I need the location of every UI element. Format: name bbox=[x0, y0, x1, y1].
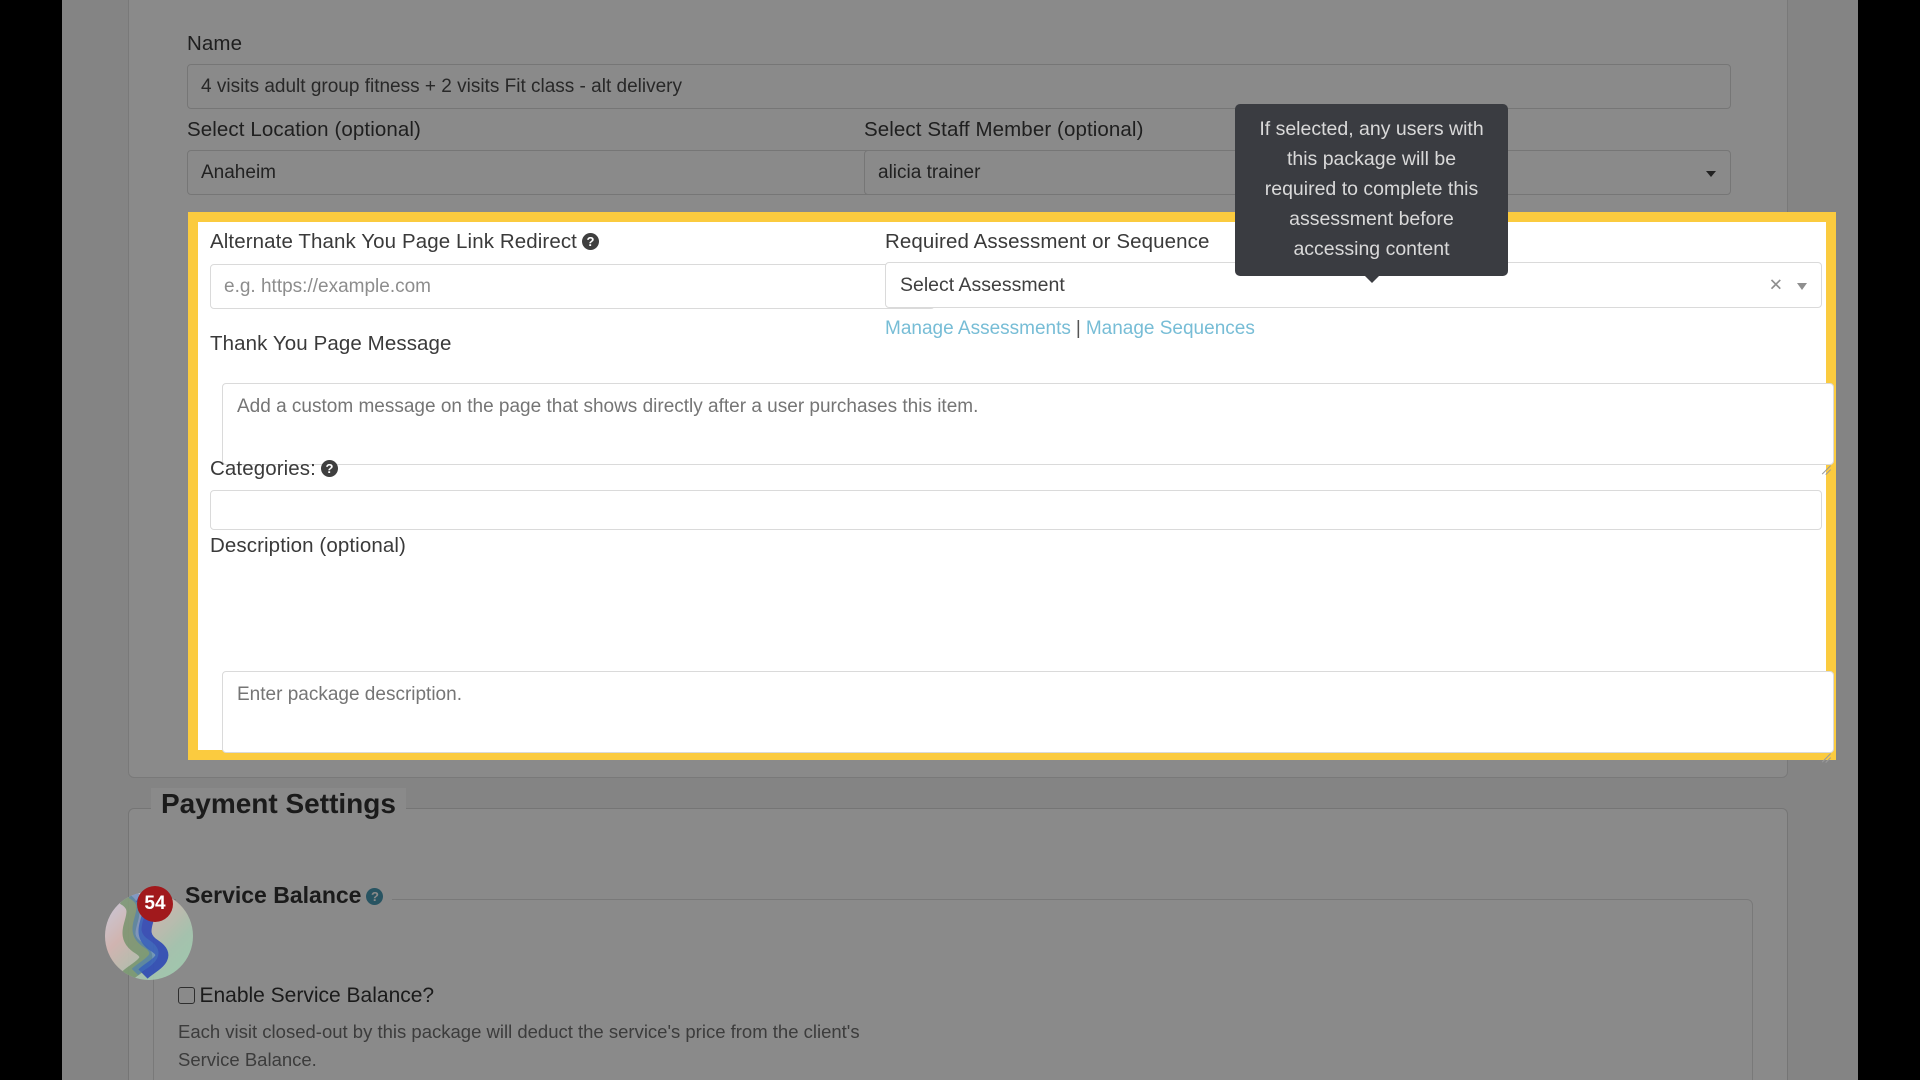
chat-widget[interactable]: 54 bbox=[105, 886, 193, 980]
assessment-links: Manage Assessments | Manage Sequences bbox=[885, 318, 1255, 340]
alt-redirect-input-wrap bbox=[210, 264, 935, 309]
chat-unread-badge: 54 bbox=[137, 886, 173, 922]
categories-input-wrap bbox=[210, 490, 1822, 530]
manage-sequences-link[interactable]: Manage Sequences bbox=[1086, 318, 1255, 339]
description-textarea-wrap bbox=[222, 671, 1834, 763]
app-viewport: Name Select Location (optional) Anaheim … bbox=[62, 0, 1858, 1080]
question-circle-icon[interactable]: ? bbox=[320, 460, 338, 477]
thankyou-label: Thank You Page Message bbox=[210, 332, 452, 355]
tooltip-arrow bbox=[1364, 276, 1379, 283]
alt-redirect-label: Alternate Thank You Page Link Redirect? bbox=[210, 230, 599, 254]
thankyou-textarea-wrap bbox=[222, 383, 1834, 475]
alt-redirect-input[interactable] bbox=[210, 264, 935, 309]
chevron-down-icon[interactable] bbox=[1797, 283, 1807, 290]
question-circle-icon[interactable]: ? bbox=[581, 233, 599, 250]
thankyou-textarea[interactable] bbox=[222, 383, 1834, 465]
assessment-tooltip: If selected, any users with this package… bbox=[1235, 104, 1508, 283]
categories-input[interactable] bbox=[210, 490, 1822, 530]
highlighted-section-border: Alternate Thank You Page Link Redirect? … bbox=[188, 212, 1836, 763]
description-label: Description (optional) bbox=[210, 534, 406, 557]
letterbox-right bbox=[1858, 0, 1920, 1080]
description-textarea[interactable] bbox=[222, 671, 1834, 753]
highlighted-section: Alternate Thank You Page Link Redirect? … bbox=[198, 222, 1834, 763]
letterbox-left bbox=[0, 0, 62, 1080]
categories-label: Categories:? bbox=[210, 457, 338, 481]
link-separator: | bbox=[1075, 318, 1081, 339]
clear-x-icon[interactable]: ✕ bbox=[1769, 277, 1783, 294]
assessment-tooltip-text: If selected, any users with this package… bbox=[1259, 118, 1484, 260]
assessment-label: Required Assessment or Sequence bbox=[885, 230, 1210, 253]
assessment-select-value: Select Assessment bbox=[900, 273, 1065, 296]
manage-assessments-link[interactable]: Manage Assessments bbox=[885, 318, 1071, 339]
